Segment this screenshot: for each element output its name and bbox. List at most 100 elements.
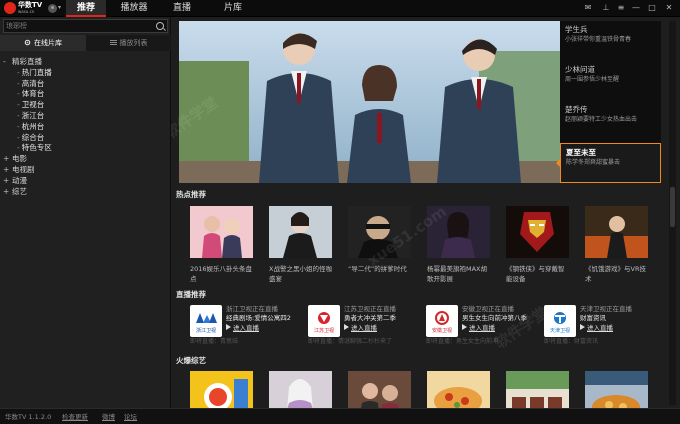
tab-online-library[interactable]: 在线片库: [0, 35, 86, 51]
hot-card[interactable]: 2016娱乐八卦头条盘点: [190, 206, 253, 284]
featured-item[interactable]: 少林问道 周一围参悟少林至醒: [560, 61, 661, 101]
featured-title: 学生兵: [565, 25, 588, 34]
gear-icon: [24, 36, 31, 46]
live-channel: 天津卫视正在直播: [580, 305, 632, 313]
channel-logo-label: 安徽卫视: [431, 328, 452, 334]
tree-item-label: 动漫: [12, 175, 27, 185]
maximize-icon[interactable]: □: [646, 2, 658, 14]
live-show: 经典剧场:爱情公寓四2: [226, 314, 291, 322]
forum-link[interactable]: 论坛: [124, 409, 137, 424]
live-item[interactable]: 浙江卫视 浙江卫视正在直播 经典剧场:爱情公寓四2 进入直播 即将直播：青葱结: [190, 305, 303, 345]
hot-card[interactable]: X战警之黑小姐的怪咖盛宴: [269, 206, 332, 284]
live-show: 财富资讯: [580, 314, 606, 322]
scrollbar[interactable]: [669, 21, 676, 405]
featured-desc: 小张徉带你重温铁骨青春: [565, 36, 632, 43]
app-logo: 华数TV wasu.cn: [4, 1, 48, 16]
menu-icon[interactable]: ≡: [615, 2, 627, 14]
featured-banner[interactable]: [179, 21, 560, 183]
thumbnail: [585, 206, 648, 258]
thumbnail: [585, 371, 648, 408]
tab-live[interactable]: 直播: [164, 0, 200, 17]
tree-item-sports[interactable]: 体育台: [3, 89, 168, 100]
main-content: 学生兵 小张徉带你重温铁骨青春 少林问道 周一围参悟少林至醒 楚乔传 赵丽颖要特…: [171, 17, 680, 408]
featured-title: 少林问道: [565, 65, 595, 74]
hot-card[interactable]: 《钢铁侠》与穿戴智能设备: [506, 206, 569, 284]
tree-item-hot-live[interactable]: 热门直播: [3, 68, 168, 79]
variety-card[interactable]: [190, 371, 253, 408]
live-next: 即将直播：青葱结: [190, 338, 239, 345]
tree-item-general[interactable]: 综合台: [3, 133, 168, 144]
tree-item-anime[interactable]: + 动漫: [3, 176, 168, 187]
search-box[interactable]: [3, 19, 168, 33]
tree-toggle-icon[interactable]: +: [3, 165, 12, 176]
thumbnail: [348, 206, 411, 258]
logo-text: 华数TV: [18, 1, 43, 9]
tab-online-library-label: 在线片库: [34, 39, 62, 47]
variety-card[interactable]: [585, 371, 648, 408]
featured-item[interactable]: 楚乔传 赵丽颖要特工少女热血出击: [560, 101, 661, 141]
variety-card[interactable]: [427, 371, 490, 408]
play-icon: [344, 324, 349, 330]
close-icon[interactable]: ✕: [663, 2, 675, 14]
featured-title: 楚乔传: [565, 105, 588, 114]
variety-card[interactable]: [269, 371, 332, 408]
search-input[interactable]: [6, 20, 154, 32]
tree-toggle-icon[interactable]: +: [3, 176, 12, 187]
thumbnail: [348, 371, 411, 408]
channel-logo: 天津卫视: [544, 305, 576, 337]
enter-live-button[interactable]: 进入直播: [580, 324, 613, 333]
tab-recommend[interactable]: 推荐: [66, 0, 106, 17]
pin-icon[interactable]: ⊥: [600, 2, 612, 14]
tree-toggle-icon[interactable]: +: [3, 154, 12, 165]
live-next: 即将直播：男生女生向前冲: [426, 338, 499, 345]
card-caption: 2016娱乐八卦头条盘点: [190, 265, 253, 283]
tree-item-satellite[interactable]: 卫视台: [3, 100, 168, 111]
enter-live-button[interactable]: 进入直播: [226, 324, 259, 333]
tree-item-label: 综艺: [12, 186, 27, 196]
live-item[interactable]: 安徽卫视 安徽卫视正在直播 男生女生向前冲第八季 进入直播 即将直播：男生女生向…: [426, 305, 539, 345]
enter-live-button[interactable]: 进入直播: [462, 324, 495, 333]
check-update-link[interactable]: 检查更新: [62, 409, 88, 424]
tree-item-hd[interactable]: 高清台: [3, 79, 168, 90]
tree-item-variety[interactable]: + 综艺: [3, 187, 168, 198]
version-label: 华数TV 1.1.2.0: [5, 413, 52, 421]
hot-card[interactable]: “导二代”的拼爹时代: [348, 206, 411, 284]
variety-card[interactable]: [506, 371, 569, 408]
card-caption: 《饥饿游戏》与VR技术: [585, 265, 646, 283]
tree-toggle-icon[interactable]: +: [3, 187, 12, 198]
tab-player[interactable]: 播放器: [112, 0, 156, 17]
featured-item-active[interactable]: 夏至未至 陈学冬郑爽甜蜜暴击: [556, 143, 661, 183]
chevron-down-icon[interactable]: ▾: [58, 4, 61, 12]
tab-playlist[interactable]: 播放列表: [86, 35, 171, 51]
channel-logo: 浙江卫视: [190, 305, 222, 337]
live-item[interactable]: 天津卫视 天津卫视正在直播 财富资讯 进入直播 即将直播：财富资讯: [544, 305, 657, 345]
hot-card[interactable]: 杨幂最美旗袍MAX胡歌开影展: [427, 206, 490, 284]
hot-card[interactable]: 《饥饿游戏》与VR技术: [585, 206, 648, 284]
tree-item-live[interactable]: - 精彩直播: [3, 57, 168, 68]
featured-item[interactable]: 学生兵 小张徉带你重温铁骨青春: [560, 21, 661, 61]
minimize-icon[interactable]: —: [630, 2, 642, 14]
scrollbar-thumb[interactable]: [670, 187, 675, 227]
tree-item-movies[interactable]: + 电影: [3, 154, 168, 165]
tab-library[interactable]: 片库: [215, 0, 251, 17]
channel-logo: 安徽卫视: [426, 305, 458, 337]
card-caption: 《钢铁侠》与穿戴智能设备: [506, 265, 565, 283]
enter-live-label: 进入直播: [233, 324, 259, 332]
featured-desc: 陈学冬郑爽甜蜜暴击: [566, 159, 621, 166]
channel-logo-label: 浙江卫视: [195, 328, 216, 334]
tree-item-special[interactable]: 特色专区: [3, 143, 168, 154]
variety-card[interactable]: [348, 371, 411, 408]
message-icon[interactable]: ✉: [582, 2, 594, 14]
tree-item-tv-series[interactable]: + 电视剧: [3, 165, 168, 176]
live-item[interactable]: 江苏卫视 江苏卫视正在直播 勇者大冲关第二季 进入直播 即将直播：情谜聊强二杉杉…: [308, 305, 421, 345]
live-show: 勇者大冲关第二季: [344, 314, 396, 322]
tree-item-hangzhou[interactable]: 杭州台: [3, 122, 168, 133]
user-avatar-icon[interactable]: [48, 4, 57, 13]
tree-item-label: 精彩直播: [12, 57, 42, 66]
thumbnail: [427, 371, 490, 408]
weibo-link[interactable]: 微博: [102, 409, 115, 424]
enter-live-button[interactable]: 进入直播: [344, 324, 377, 333]
tree-toggle-icon[interactable]: -: [3, 57, 12, 68]
search-icon[interactable]: [156, 22, 164, 30]
tree-item-zhejiang[interactable]: 浙江台: [3, 111, 168, 122]
